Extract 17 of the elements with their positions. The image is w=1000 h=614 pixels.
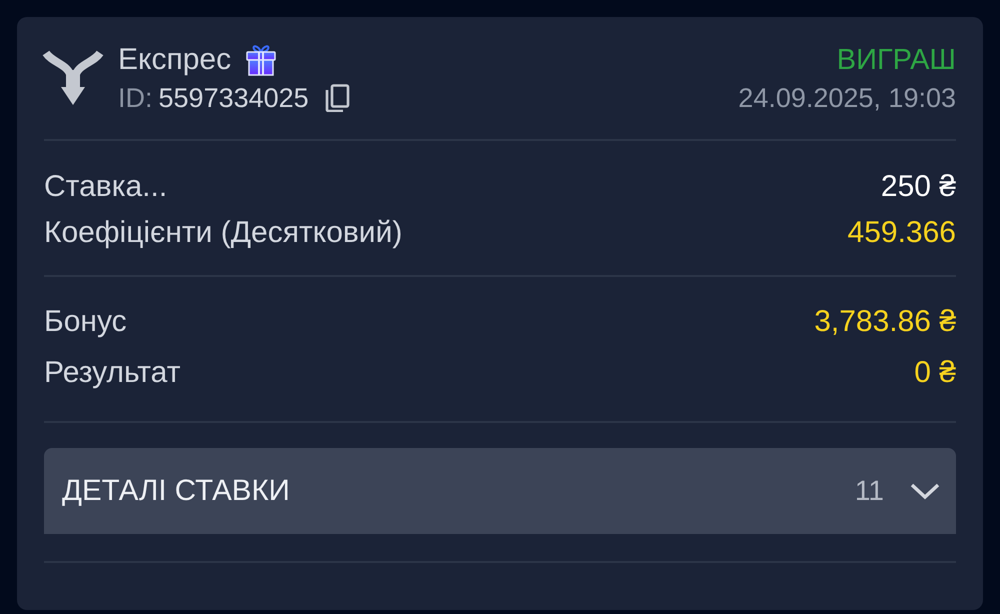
row-value: 250 ₴: [880, 170, 956, 204]
bet-id-value: 5597334025: [158, 82, 309, 114]
bet-datetime: 24.09.2025, 19:03: [738, 82, 956, 115]
bet-count: 11: [854, 475, 884, 507]
details-button[interactable]: ДЕТАЛІ СТАВКИ 11: [44, 448, 956, 534]
bet-type-label: Експрес: [118, 43, 232, 77]
bet-status: ВИГРАШ: [836, 43, 956, 78]
copy-icon[interactable]: [324, 84, 350, 112]
bet-id-label: ID:: [118, 82, 153, 114]
merge-arrow-icon: [42, 48, 104, 106]
row-label: Результат: [44, 356, 180, 390]
row-label: Бонус: [44, 305, 127, 339]
row-value: 3,783.86 ₴: [814, 305, 956, 339]
row-value: 0 ₴: [914, 356, 956, 390]
row-label: Коефіцієнти (Десятковий): [44, 216, 402, 250]
row-label: Ставка...: [44, 170, 168, 204]
row-value: 459.366: [848, 216, 956, 250]
